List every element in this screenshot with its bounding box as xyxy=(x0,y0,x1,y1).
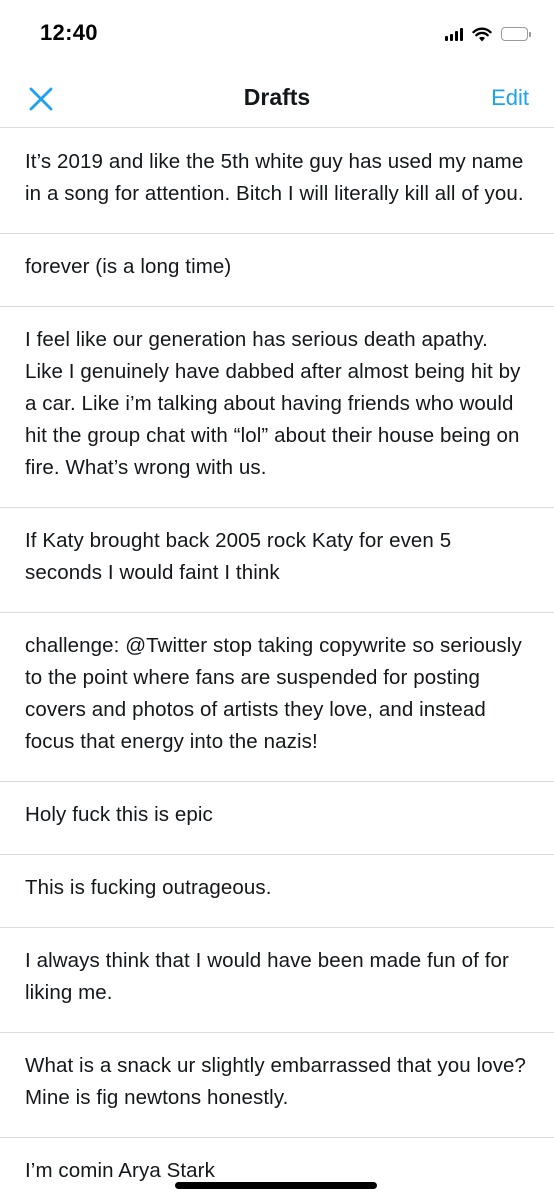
status-icons xyxy=(445,22,531,46)
draft-item[interactable]: I’m comin Arya Stark xyxy=(0,1138,554,1200)
page-title: Drafts xyxy=(243,84,311,110)
draft-text: This is fucking outrageous. xyxy=(25,876,272,899)
draft-text: I always think that I would have been ma… xyxy=(25,949,509,1004)
status-bar: 12:40 xyxy=(0,0,554,68)
status-time: 12:40 xyxy=(40,20,98,45)
battery-icon xyxy=(501,27,531,41)
draft-text: It’s 2019 and like the 5th white guy has… xyxy=(25,150,524,205)
draft-item[interactable]: If Katy brought back 2005 rock Katy for … xyxy=(0,508,554,613)
draft-text: challenge: @Twitter stop taking copywrit… xyxy=(25,634,522,753)
cellular-signal-icon xyxy=(445,27,463,41)
draft-text: Holy fuck this is epic xyxy=(25,803,213,826)
draft-item[interactable]: What is a snack ur slightly embarrassed … xyxy=(0,1033,554,1138)
draft-text: I feel like our generation has serious d… xyxy=(25,328,521,479)
draft-text: forever (is a long time) xyxy=(25,255,232,278)
draft-item[interactable]: I always think that I would have been ma… xyxy=(0,928,554,1033)
draft-item[interactable]: forever (is a long time) xyxy=(0,234,554,307)
home-indicator[interactable] xyxy=(175,1182,377,1189)
draft-text: If Katy brought back 2005 rock Katy for … xyxy=(25,529,452,584)
draft-text: What is a snack ur slightly embarrassed … xyxy=(25,1054,527,1109)
drafts-list: It’s 2019 and like the 5th white guy has… xyxy=(0,129,554,1200)
draft-item[interactable]: challenge: @Twitter stop taking copywrit… xyxy=(0,613,554,782)
draft-item[interactable]: It’s 2019 and like the 5th white guy has… xyxy=(0,129,554,234)
draft-item[interactable]: This is fucking outrageous. xyxy=(0,855,554,928)
draft-item[interactable]: I feel like our generation has serious d… xyxy=(0,307,554,508)
wifi-icon xyxy=(472,27,492,41)
draft-item[interactable]: Holy fuck this is epic xyxy=(0,782,554,855)
navigation-bar: Drafts Edit xyxy=(0,68,554,128)
edit-button[interactable]: Edit xyxy=(491,85,529,111)
